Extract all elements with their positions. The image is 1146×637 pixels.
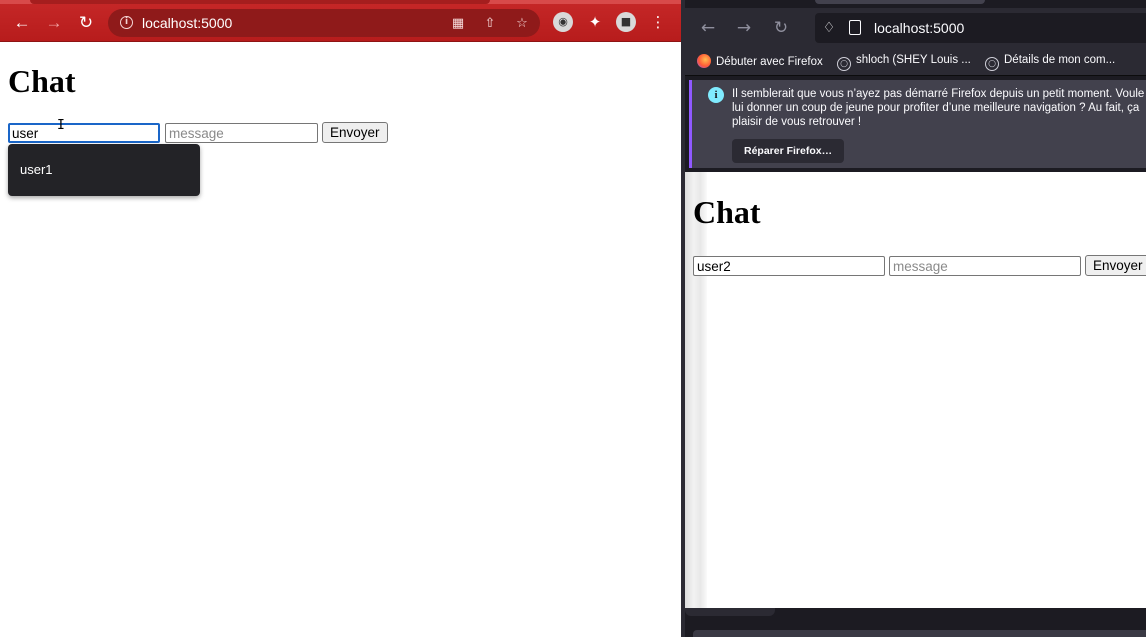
send-button[interactable]: Envoyer <box>322 122 388 143</box>
window-shelf <box>693 630 1146 637</box>
autocomplete-dropdown[interactable]: user1 <box>8 144 200 196</box>
extension-avatar-icon[interactable]: ◉ <box>553 12 573 32</box>
username-input[interactable] <box>8 123 160 143</box>
profile-avatar-icon[interactable]: ■ <box>616 12 636 32</box>
firefox-toolbar: ← → ↻ ♢ localhost:5000 <box>685 8 1146 48</box>
page-icon[interactable] <box>849 20 861 35</box>
extensions-puzzle-icon[interactable]: ✦ <box>585 12 605 32</box>
refresh-firefox-button[interactable]: Réparer Firefox… <box>732 139 845 163</box>
tab-strip <box>0 0 681 4</box>
address-bar[interactable]: ♢ localhost:5000 <box>815 13 1146 43</box>
bookmark-label: shloch (SHEY Louis ... <box>856 54 971 66</box>
bookmark-item[interactable]: Débuter avec Firefox <box>697 54 823 68</box>
tracking-shield-icon[interactable]: ♢ <box>821 19 837 37</box>
chrome-page-content: Chat Envoyer I user1 <box>0 43 681 637</box>
info-icon: i <box>708 87 724 103</box>
tab-strip <box>685 0 1146 8</box>
message-input[interactable] <box>889 256 1081 276</box>
window-bottom-edge <box>685 608 1146 637</box>
site-info-icon[interactable]: i <box>120 16 133 29</box>
reload-icon[interactable]: ↻ <box>770 17 792 39</box>
username-input[interactable] <box>693 256 885 276</box>
bookmark-label: Détails de mon com... <box>1004 54 1116 66</box>
active-tab[interactable] <box>815 0 985 4</box>
bookmark-star-icon[interactable]: ☆ <box>514 16 530 32</box>
back-icon[interactable]: ← <box>12 12 32 32</box>
firefox-icon <box>697 54 711 68</box>
refresh-firefox-notification: i Il semblerait que vous n’ayez pas déma… <box>689 80 1146 168</box>
chrome-toolbar: ← → ↻ i localhost:5000 ▦ ⇧ ☆ ◉ ✦ ■ ⋮ <box>0 0 681 42</box>
notification-message: Il semblerait que vous n’ayez pas démarr… <box>732 87 1146 129</box>
address-bar-url[interactable]: localhost:5000 <box>874 20 964 36</box>
page-title: Chat <box>693 194 761 230</box>
active-tab[interactable] <box>30 0 490 4</box>
page-title: Chat <box>8 63 76 99</box>
firefox-window: ← → ↻ ♢ localhost:5000 Débuter avec Fire… <box>685 0 1146 637</box>
translate-icon[interactable]: ▦ <box>450 16 466 32</box>
bookmarks-toolbar: Débuter avec Firefox ○ shloch (SHEY Louis… <box>685 48 1146 76</box>
notification-line: plaisir de vous retrouver ! <box>732 116 862 128</box>
address-bar[interactable]: i localhost:5000 ▦ ⇧ ☆ <box>108 9 540 37</box>
globe-icon: ○ <box>837 57 851 71</box>
notification-line: Il semblerait que vous n’ayez pas démarr… <box>732 88 1145 100</box>
page-body: Chat Envoyer <box>685 172 1146 608</box>
send-button[interactable]: Envoyer <box>1085 255 1146 276</box>
address-bar-url[interactable]: localhost:5000 <box>142 15 232 31</box>
message-input[interactable] <box>165 123 318 143</box>
window-shadow <box>685 608 775 616</box>
forward-icon[interactable]: → <box>733 17 755 39</box>
firefox-page-content: Chat Envoyer <box>685 172 1146 608</box>
share-icon[interactable]: ⇧ <box>482 16 498 32</box>
bookmark-item[interactable]: ○ Détails de mon com... <box>985 54 1115 71</box>
forward-icon[interactable]: → <box>44 12 64 32</box>
reload-icon[interactable]: ↻ <box>76 12 96 32</box>
chrome-window: ← → ↻ i localhost:5000 ▦ ⇧ ☆ ◉ ✦ ■ ⋮ Cha… <box>0 0 681 637</box>
menu-kebab-icon[interactable]: ⋮ <box>648 12 668 32</box>
globe-icon: ○ <box>985 57 999 71</box>
notification-line: lui donner un coup de jeune pour profite… <box>732 102 1140 114</box>
back-icon[interactable]: ← <box>697 17 719 39</box>
bookmark-label: Débuter avec Firefox <box>716 56 823 68</box>
bookmark-item[interactable]: ○ shloch (SHEY Louis ... <box>837 54 971 71</box>
autocomplete-option[interactable]: user1 <box>20 162 53 177</box>
text-cursor-icon: I <box>57 118 65 133</box>
